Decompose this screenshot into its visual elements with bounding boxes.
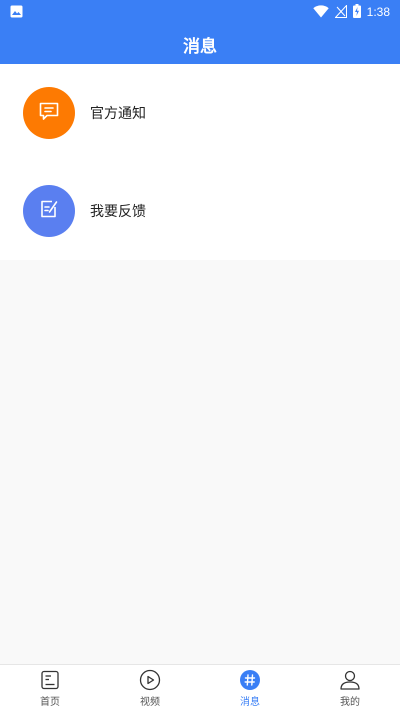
list-item-label: 官方通知 (90, 106, 146, 122)
status-bar: 1:38 (0, 0, 400, 24)
wifi-icon (312, 3, 329, 22)
status-right: 1:38 (312, 3, 390, 22)
tab-label: 视频 (140, 696, 160, 708)
feedback-avatar (23, 185, 75, 237)
page-title: 消息 (183, 36, 217, 57)
message-list: 官方通知 我要反馈 (0, 64, 400, 260)
tab-label: 消息 (240, 696, 260, 708)
image-icon (10, 3, 23, 22)
signal-icon (334, 3, 347, 22)
list-item-feedback[interactable]: 我要反馈 (0, 162, 400, 260)
status-left (10, 3, 23, 22)
tab-profile[interactable]: 我的 (300, 665, 400, 711)
bottom-tab-bar: 首页 视频 消息 我的 (0, 664, 400, 711)
message-icon (38, 100, 60, 126)
tab-home[interactable]: 首页 (0, 665, 100, 711)
hash-icon (239, 669, 261, 691)
battery-charging-icon (352, 3, 361, 22)
tab-label: 我的 (340, 696, 360, 708)
app-bar: 消息 (0, 24, 400, 64)
list-item-label: 我要反馈 (90, 204, 146, 220)
edit-icon (38, 198, 60, 224)
tab-video[interactable]: 视频 (100, 665, 200, 711)
status-time: 1:38 (366, 5, 390, 19)
user-icon (339, 669, 361, 691)
notice-avatar (23, 87, 75, 139)
tab-label: 首页 (40, 696, 60, 708)
tab-messages[interactable]: 消息 (200, 665, 300, 711)
play-icon (139, 669, 161, 691)
home-doc-icon (39, 669, 61, 691)
list-item-official-notice[interactable]: 官方通知 (0, 64, 400, 162)
